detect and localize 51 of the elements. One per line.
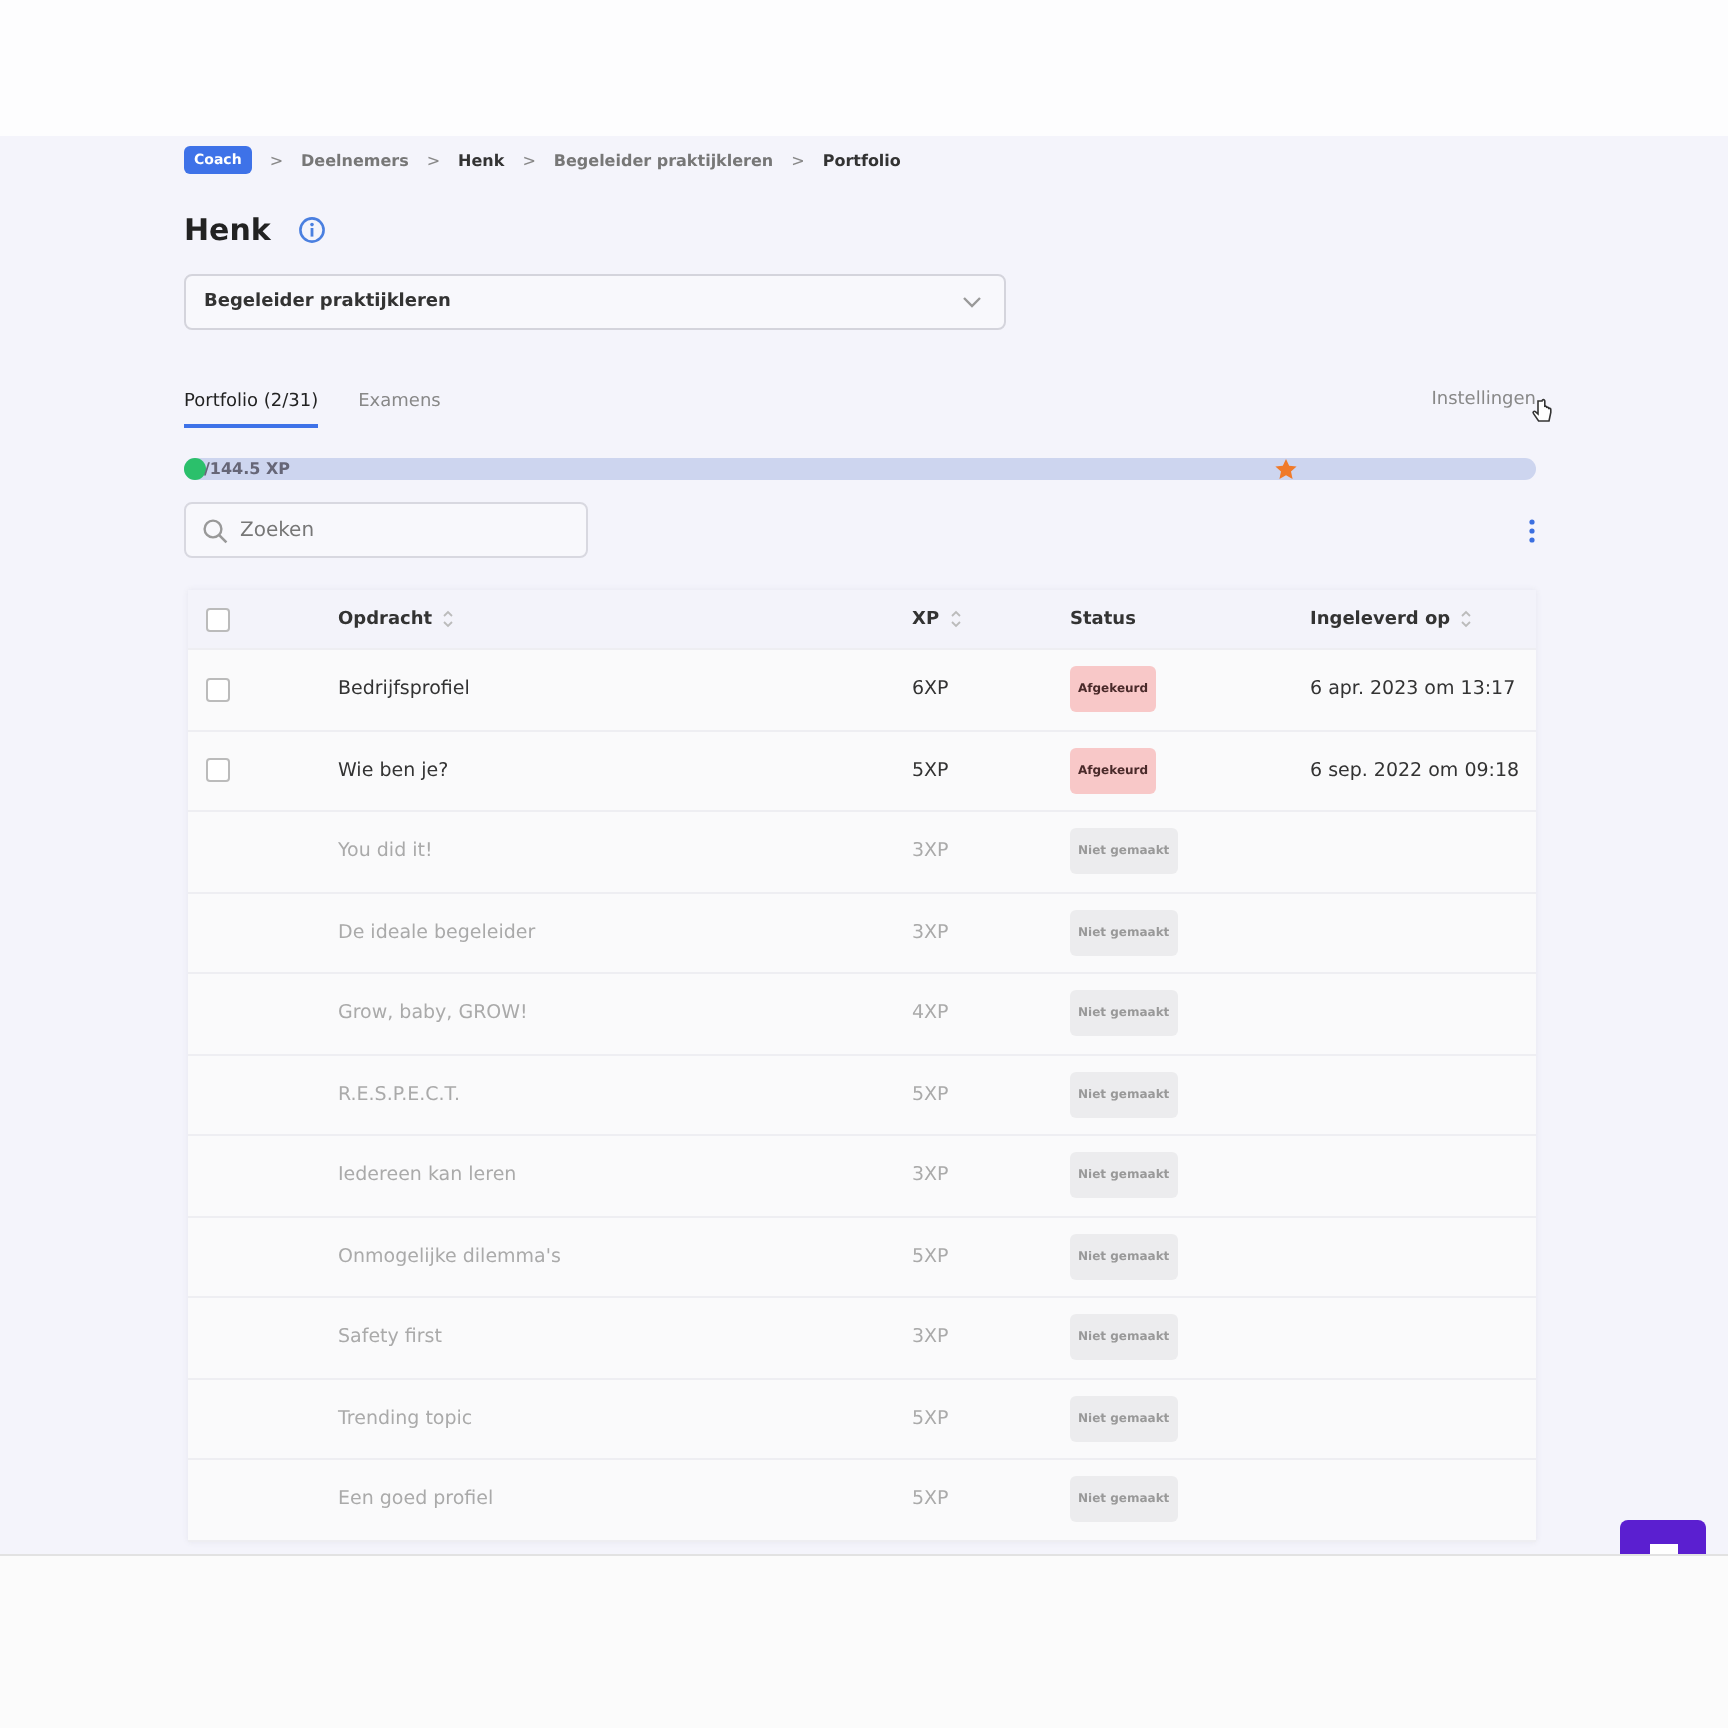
assignment-title: R.E.S.P.E.C.T. (338, 1083, 460, 1106)
breadcrumb-link[interactable]: Henk (458, 151, 505, 169)
xp-value: 5XP (912, 1488, 949, 1511)
select-all-checkbox[interactable] (206, 607, 230, 631)
assignment-title: Grow, baby, GROW! (338, 1002, 528, 1025)
more-options-icon (1528, 517, 1536, 543)
breadcrumb-link[interactable]: Deelnemers (301, 151, 409, 169)
breadcrumb-link[interactable]: Portfolio (822, 151, 901, 169)
column-header: Status (1070, 609, 1136, 629)
breadcrumb-separator: > (791, 151, 805, 169)
star-icon (1273, 458, 1298, 480)
xp-value: 5XP (912, 759, 949, 782)
chat-icon (1649, 1544, 1677, 1554)
xp-value: 3XP (912, 1164, 949, 1187)
submitted-date: 6 apr. 2023 om 13:17 (1310, 678, 1516, 701)
xp-value: 4XP (912, 1002, 949, 1025)
breadcrumb-separator: > (522, 151, 536, 169)
assignment-title: Wie ben je? (338, 759, 449, 782)
assignment-title: De ideale begeleider (338, 921, 536, 944)
xp-value: 3XP (912, 921, 949, 944)
row-checkbox[interactable] (206, 677, 230, 702)
xp-value: 5XP (912, 1407, 949, 1430)
assignment-title: Een goed profiel (338, 1488, 494, 1511)
page-title: Henk (184, 212, 271, 248)
row-checkbox[interactable] (206, 758, 230, 783)
breadcrumb-separator: > (426, 151, 441, 169)
column-header: XP (912, 609, 940, 629)
assignment-title: Trending topic (338, 1407, 473, 1430)
chat-button[interactable] (1620, 1520, 1706, 1554)
chevron-down-icon (962, 296, 982, 308)
column-header: Ingeleverd op (1310, 609, 1451, 629)
assignment-title: Onmogelijke dilemma's (338, 1245, 561, 1268)
xp-value: 3XP (912, 1326, 949, 1349)
assignment-title: Safety first (338, 1326, 442, 1349)
assignment-title: Bedrijfsprofiel (338, 678, 470, 701)
xp-value: 5XP (912, 1245, 949, 1268)
assignment-title: Iedereen kan leren (338, 1164, 517, 1187)
course-dropdown[interactable]: Begeleider praktijkleren (184, 274, 1006, 330)
breadcrumb-link[interactable]: Begeleider praktijkleren (553, 151, 774, 169)
xp-value: 3XP (912, 840, 949, 863)
tab[interactable]: Portfolio (2/31) (184, 392, 319, 428)
info-icon (298, 216, 327, 244)
dropdown-value: Begeleider praktijkleren (204, 292, 451, 312)
search-icon (202, 518, 228, 544)
column-header: Opdracht (338, 609, 433, 629)
xp-value: 6XP (912, 678, 949, 701)
xp-value: 5XP (912, 1083, 949, 1106)
submitted-date: 6 sep. 2022 om 09:18 (1310, 759, 1520, 782)
breadcrumb-separator: > (269, 151, 284, 169)
assignment-title: You did it! (338, 840, 433, 863)
search-field[interactable]: Zoeken (184, 502, 588, 558)
